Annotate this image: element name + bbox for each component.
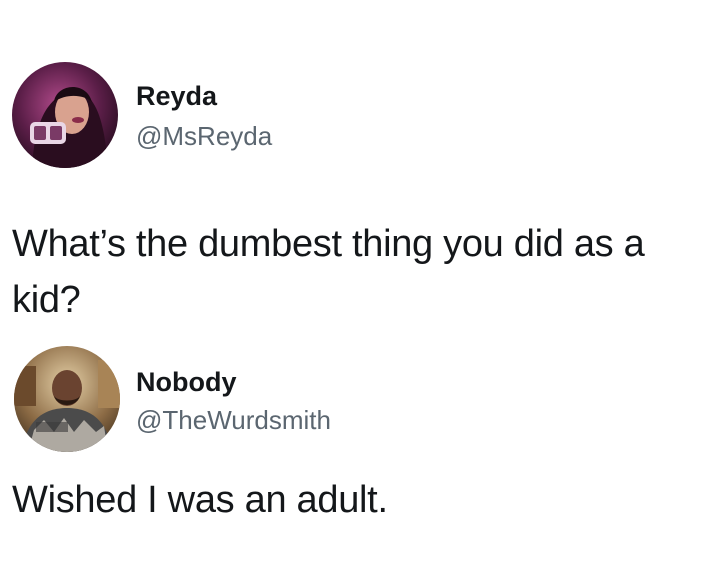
tweet-text: What’s the dumbest thing you did as a ki… <box>12 223 645 321</box>
author-handle[interactable]: @TheWurdsmith <box>136 404 331 436</box>
author-handle[interactable]: @MsReyda <box>136 120 272 152</box>
profile-photo-woman <box>12 62 118 168</box>
author-name[interactable]: Nobody <box>136 366 237 398</box>
author-name[interactable]: Reyda <box>136 80 217 112</box>
tweet-text: Wished I was an adult. <box>12 479 388 521</box>
avatar-nobody[interactable] <box>14 346 120 452</box>
avatar-reyda[interactable] <box>12 62 118 168</box>
profile-photo-man <box>14 346 120 452</box>
